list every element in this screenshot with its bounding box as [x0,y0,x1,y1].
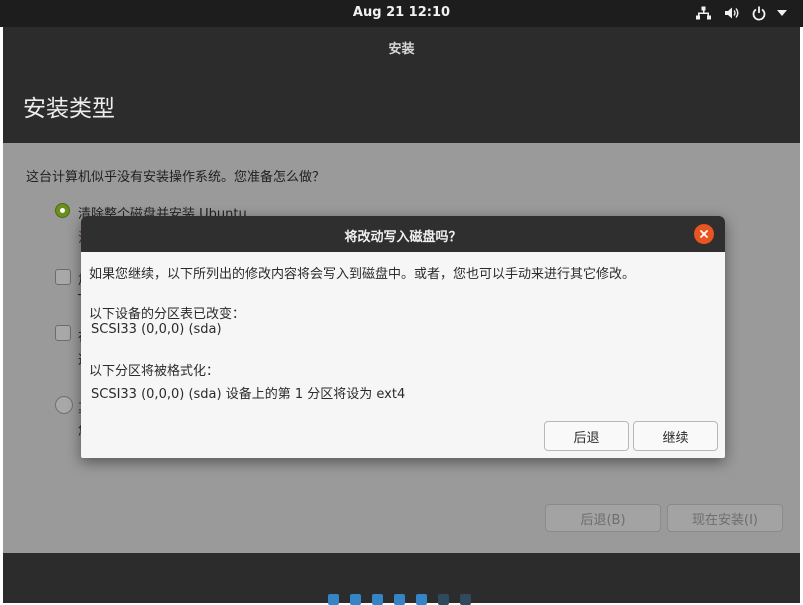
dialog-header: 将改动写入磁盘吗？ [81,216,725,252]
power-icon[interactable] [752,4,766,22]
format-header: 以下分区将被格式化： [89,364,220,379]
chevron-down-icon[interactable] [777,4,787,22]
something-else-radio[interactable] [55,396,73,414]
partition-table-header: 以下设备的分区表已改变： [89,307,246,322]
option-3-checkbox[interactable] [55,325,71,341]
install-now-button[interactable]: 现在安装(I) [667,504,783,532]
format-detail: SCSI33 (0,0,0) (sda) 设备上的第 1 分区将设为 ext4 [91,387,406,402]
network-icon[interactable] [696,4,711,22]
partition-device: SCSI33 (0,0,0) (sda) [91,322,222,337]
close-button[interactable] [694,224,714,244]
volume-icon[interactable] [724,4,740,22]
progress-dot [394,594,405,605]
progress-dots [328,594,471,605]
close-icon [699,229,709,239]
option-2-checkbox[interactable] [55,269,71,285]
top-bar: Aug 21 12:10 [0,0,803,27]
clock[interactable]: Aug 21 12:10 [0,5,803,20]
progress-dot [350,594,361,605]
dialog-intro: 如果您继续，以下所列出的修改内容将会写入到磁盘中。或者，您也可以手动来进行其它修… [89,267,636,282]
write-changes-dialog: 将改动写入磁盘吗？ 如果您继续，以下所列出的修改内容将会写入到磁盘中。或者，您也… [81,216,725,458]
progress-dot [438,594,449,605]
progress-dot [328,594,339,605]
progress-dot [416,594,427,605]
page-title: 安装类型 [23,96,115,122]
progress-dot [372,594,383,605]
dialog-back-button[interactable]: 后退 [544,421,629,451]
dialog-continue-button[interactable]: 继续 [633,421,718,451]
progress-dot [460,594,471,605]
window-title: 安装 [388,42,415,57]
installation-question: 这台计算机似乎没有安装操作系统。您准备怎么做？ [26,170,326,185]
back-button[interactable]: 后退(B) [545,504,661,532]
dialog-title: 将改动写入磁盘吗？ [344,230,462,245]
erase-disk-radio[interactable] [55,203,70,218]
